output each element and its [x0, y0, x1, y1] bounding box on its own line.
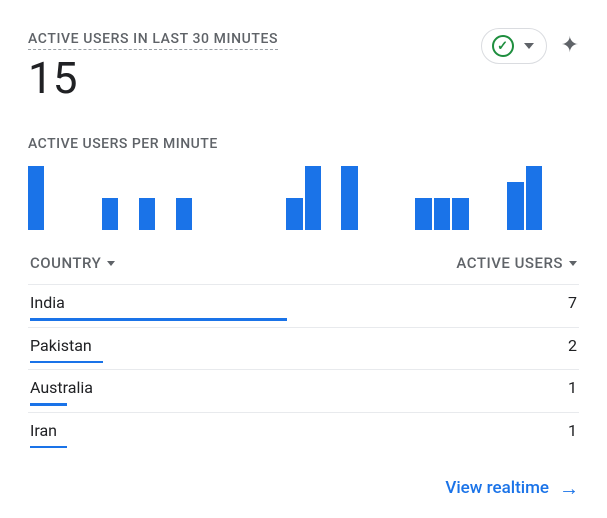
row-bar	[30, 318, 287, 321]
arrow-right-icon: →	[559, 478, 579, 498]
per-minute-bar-chart	[28, 166, 579, 230]
bar	[28, 166, 44, 230]
table-row[interactable]: Iran 1	[28, 412, 579, 455]
country-value: 1	[568, 378, 577, 397]
sparkle-icon[interactable]: ✦	[561, 35, 579, 57]
table-row[interactable]: Pakistan 2	[28, 327, 579, 370]
column-header-country[interactable]: COUNTRY	[30, 254, 115, 272]
bar	[526, 166, 542, 230]
sort-caret-icon	[569, 261, 577, 266]
bar	[415, 198, 431, 230]
view-realtime-link[interactable]: View realtime →	[445, 478, 579, 498]
chevron-down-icon	[524, 43, 534, 49]
chart-title: ACTIVE USERS PER MINUTE	[28, 136, 579, 152]
bar	[176, 198, 192, 230]
country-value: 1	[568, 421, 577, 440]
country-name: Pakistan	[30, 336, 92, 355]
bar	[102, 198, 118, 230]
bar	[286, 198, 302, 230]
bar	[507, 182, 523, 230]
bar	[341, 166, 357, 230]
bar	[434, 198, 450, 230]
column-label: ACTIVE USERS	[456, 254, 563, 272]
country-value: 2	[568, 336, 577, 355]
card-title: ACTIVE USERS IN LAST 30 MINUTES	[28, 31, 278, 50]
row-bar	[30, 403, 67, 406]
table-row[interactable]: India 7	[28, 284, 579, 327]
link-label: View realtime	[445, 478, 549, 498]
bar	[452, 198, 468, 230]
row-bar	[30, 361, 103, 364]
sort-caret-icon	[107, 261, 115, 266]
column-header-active-users[interactable]: ACTIVE USERS	[456, 254, 577, 272]
country-name: Australia	[30, 378, 93, 397]
table-row[interactable]: Australia 1	[28, 369, 579, 412]
active-users-count: 15	[28, 54, 278, 102]
bar	[139, 198, 155, 230]
row-bar	[30, 446, 67, 449]
country-name: India	[30, 293, 65, 312]
country-table: India 7 Pakistan 2 Australia 1 Iran 1	[28, 284, 579, 454]
bar	[305, 166, 321, 230]
status-dropdown[interactable]: ✓	[481, 28, 547, 64]
check-circle-icon: ✓	[492, 35, 514, 57]
country-name: Iran	[30, 421, 57, 440]
column-label: COUNTRY	[30, 254, 101, 272]
country-value: 7	[568, 293, 577, 312]
